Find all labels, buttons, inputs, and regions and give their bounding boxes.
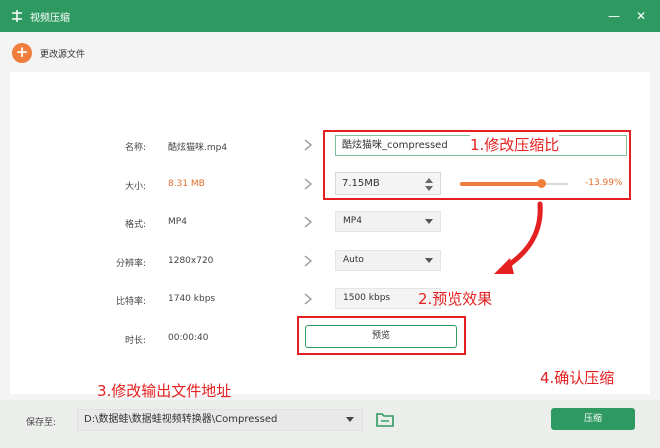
annotation-text-3: 3.修改输出文件地址 (97, 382, 232, 400)
app-icon (12, 10, 22, 22)
chevron-right-icon (304, 293, 313, 305)
size-value: 8.31 MB (168, 179, 205, 189)
chevron-right-icon (304, 255, 313, 267)
bitrate-value: 1740 kbps (168, 294, 216, 304)
save-to-label: 保存至: (26, 418, 57, 428)
chevron-down-icon[interactable] (346, 417, 354, 422)
resolution-label: 分辨率: (115, 259, 146, 269)
title-bar: 视频压缩 — ✕ (0, 0, 660, 32)
compress-button[interactable]: 压缩 (551, 408, 635, 430)
resolution-select-value: Auto (343, 255, 364, 265)
format-value: MP4 (168, 217, 187, 227)
bitrate-input-value: 1500 kbps (343, 293, 391, 303)
red-arrow-icon (494, 201, 543, 274)
folder-icon[interactable] (375, 410, 395, 428)
output-path-field[interactable]: D:\数据蛙\数据蛙视频转换器\Compressed (77, 409, 363, 431)
plus-icon: + (12, 43, 32, 63)
output-path-value: D:\数据蛙\数据蛙视频转换器\Compressed (84, 414, 278, 425)
name-label: 名称: (124, 143, 146, 153)
annotation-text-2: 2.预览效果 (418, 290, 493, 308)
chevron-right-icon (304, 139, 313, 151)
bitrate-label: 比特率: (115, 297, 146, 307)
chevron-down-icon (425, 258, 433, 263)
size-label: 大小: (124, 182, 146, 192)
chevron-right-icon (304, 178, 313, 190)
resolution-value: 1280x720 (168, 256, 214, 266)
chevron-down-icon (425, 219, 433, 224)
minimize-button[interactable]: — (604, 6, 624, 26)
change-source-label: 更改源文件 (40, 49, 86, 60)
duration-label: 时长: (124, 336, 146, 346)
chevron-right-icon (304, 216, 313, 228)
resolution-select[interactable]: Auto (335, 250, 441, 271)
change-source-button[interactable]: + 更改源文件 (12, 43, 85, 63)
duration-value: 00:00:40 (168, 333, 209, 343)
close-button[interactable]: ✕ (631, 6, 651, 26)
annotation-text-1: 1.修改压缩比 (470, 134, 560, 155)
name-value: 酷炫猫咪.mp4 (168, 143, 228, 153)
window-title: 视频压缩 (30, 13, 70, 24)
annotation-box-preview (297, 316, 466, 355)
format-label: 格式: (124, 220, 146, 230)
format-select-value: MP4 (343, 216, 362, 226)
format-select[interactable]: MP4 (335, 211, 441, 232)
annotation-text-4: 4.确认压缩 (540, 369, 615, 387)
